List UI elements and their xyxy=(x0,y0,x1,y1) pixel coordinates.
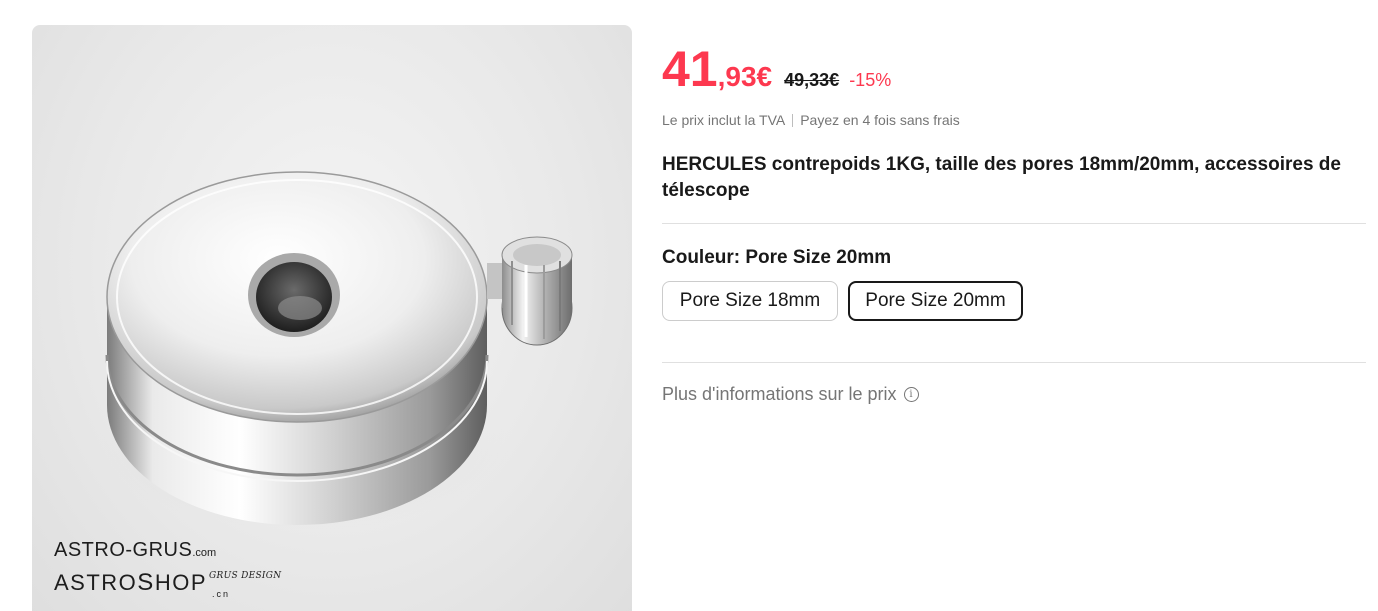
variant-label: Couleur: Pore Size 20mm xyxy=(662,247,892,268)
product-image[interactable]: ASTRO-GRUS.com ASTROSHOP GRUS DESIGN .cn xyxy=(32,25,632,611)
product-detail-page: ASTRO-GRUS.com ASTROSHOP GRUS DESIGN .cn 4… xyxy=(0,0,1378,611)
tax-info: Le prix inclut la TVA Payez en 4 fois san… xyxy=(662,112,960,128)
watermark-shop: ASTROSHOP GRUS DESIGN .cn xyxy=(54,569,282,599)
counterweight-photo xyxy=(92,171,573,530)
info-circle-icon: i xyxy=(903,387,919,402)
more-price-info-text: Plus d'informations sur le prix xyxy=(662,384,897,404)
product-title: HERCULES contrepoids 1KG, taille des por… xyxy=(662,154,1341,201)
current-price-integer: 41 xyxy=(662,41,718,97)
divider xyxy=(662,223,1366,224)
current-price-decimal: ,93€ xyxy=(717,61,773,92)
more-price-info-link[interactable]: Plus d'informations sur le prix i xyxy=(662,384,919,405)
price-row: 41 ,93€ 49,33€ -15% xyxy=(662,44,891,94)
vat-text: Le prix inclut la TVA xyxy=(662,112,786,128)
original-price: 49,33€ xyxy=(784,70,840,90)
installments-text: Payez en 4 fois sans frais xyxy=(800,112,960,128)
watermark-domain: ASTRO-GRUS.com xyxy=(54,539,217,561)
variant-option-18mm[interactable]: Pore Size 18mm xyxy=(662,281,838,321)
variant-options: Pore Size 18mm Pore Size 20mm xyxy=(662,281,1023,321)
variant-option-20mm[interactable]: Pore Size 20mm xyxy=(848,281,1023,321)
divider xyxy=(662,362,1366,363)
separator xyxy=(792,114,794,127)
discount-badge: -15% xyxy=(849,70,892,90)
